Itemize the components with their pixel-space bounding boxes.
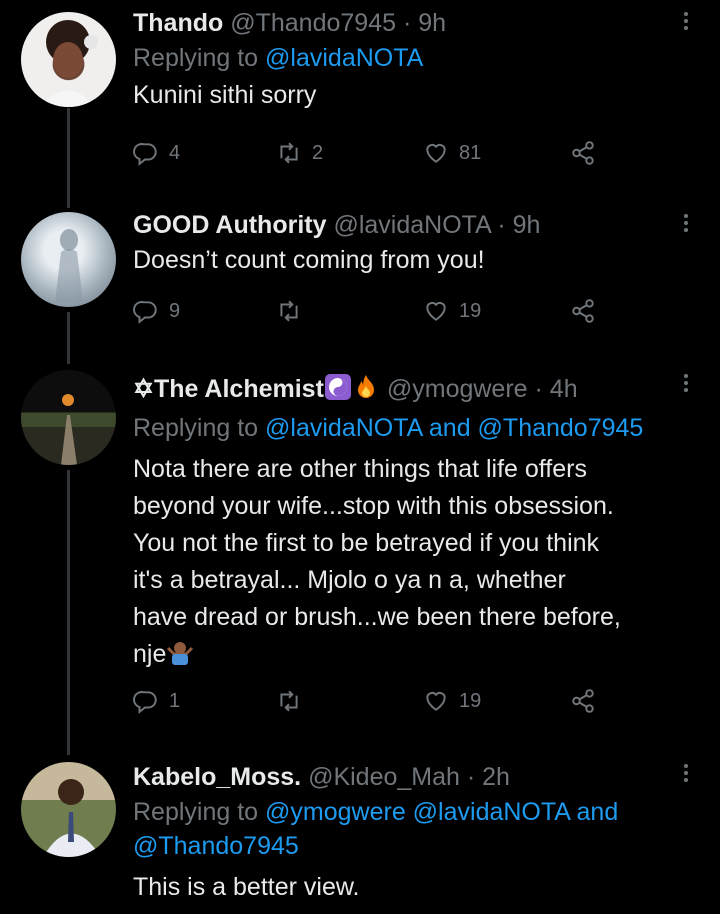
more-icon[interactable] bbox=[682, 12, 690, 30]
tweet-text-line: beyond your wife...stop with this obsess… bbox=[133, 492, 614, 520]
more-icon[interactable] bbox=[682, 764, 690, 782]
timestamp[interactable]: · 9h bbox=[497, 211, 540, 239]
avatar[interactable] bbox=[21, 762, 116, 857]
avatar[interactable] bbox=[21, 212, 116, 307]
retweet-count: 2 bbox=[312, 141, 324, 164]
reply-button[interactable]: 4 bbox=[133, 140, 180, 166]
retweet-icon bbox=[280, 300, 298, 322]
retweet-button[interactable] bbox=[276, 298, 302, 324]
tweet[interactable]: GOOD Authority @lavidaNOTA · 9h Doesn’t … bbox=[0, 200, 720, 360]
tweet-text: Nota there are other things that life of… bbox=[133, 451, 680, 677]
more-icon[interactable] bbox=[682, 214, 690, 232]
like-button[interactable]: 19 bbox=[423, 688, 481, 714]
like-count: 19 bbox=[459, 689, 482, 712]
tweet-text: Kunini sithi sorry bbox=[133, 81, 317, 109]
retweet-button[interactable]: 2 bbox=[276, 140, 323, 166]
mention-link[interactable]: @lavidaNOTA and @Thando7945 bbox=[265, 414, 643, 442]
timestamp[interactable]: · 4h bbox=[535, 375, 578, 403]
like-icon bbox=[426, 691, 446, 711]
retweet-icon bbox=[280, 142, 298, 164]
replying-to: Replying to @lavidaNOTA and @Thando7945 bbox=[133, 411, 680, 445]
retweet-icon bbox=[280, 690, 298, 712]
reply-count: 9 bbox=[169, 299, 181, 322]
avatar-image bbox=[55, 229, 83, 302]
tweet-text: Doesn’t count coming from you! bbox=[133, 246, 485, 274]
like-count: 81 bbox=[459, 141, 482, 164]
replying-to-prefix: Replying to bbox=[133, 414, 259, 442]
tweet-actions: 4 2 81 bbox=[133, 140, 613, 174]
like-icon bbox=[426, 301, 446, 321]
like-button[interactable]: 81 bbox=[423, 140, 481, 166]
display-name[interactable]: GOOD Authority bbox=[133, 211, 327, 239]
like-icon bbox=[426, 143, 446, 163]
replying-to-prefix: Replying to bbox=[133, 798, 259, 826]
reply-icon bbox=[133, 691, 157, 714]
mention-link[interactable]: @ymogwere @lavidaNOTA and bbox=[265, 798, 618, 826]
fire-icon bbox=[352, 373, 380, 408]
timestamp[interactable]: · 2h bbox=[467, 763, 510, 791]
replying-to: Replying to @lavidaNOTA bbox=[133, 41, 680, 75]
user-handle[interactable]: @lavidaNOTA bbox=[333, 211, 490, 239]
tweet-text-line-last: nje bbox=[133, 636, 680, 677]
share-button[interactable] bbox=[570, 688, 596, 714]
retweet-button[interactable] bbox=[276, 688, 302, 714]
tweet-actions: 1 19 bbox=[133, 688, 613, 722]
share-button[interactable] bbox=[570, 298, 596, 324]
replying-to-prefix: Replying to bbox=[133, 44, 259, 72]
avatar[interactable] bbox=[21, 12, 116, 107]
tweet-header: Thando @Thando7945 · 9h bbox=[133, 8, 680, 38]
share-icon bbox=[572, 299, 594, 323]
reply-count: 1 bbox=[169, 689, 181, 712]
replying-to: Replying to @ymogwere @lavidaNOTA and bbox=[133, 795, 680, 829]
share-button[interactable] bbox=[570, 140, 596, 166]
tweet-text-line: nje bbox=[133, 640, 167, 668]
tweet[interactable]: Thando @Thando7945 · 9h Replying to @lav… bbox=[0, 0, 720, 200]
tweet-header: Kabelo_Moss. @Kideo_Mah · 2h bbox=[133, 762, 680, 792]
user-handle[interactable]: @ymogwere bbox=[387, 375, 528, 403]
user-handle[interactable]: @Kideo_Mah bbox=[308, 763, 460, 791]
tweet-text: This is a better view. bbox=[133, 873, 360, 901]
share-icon bbox=[572, 689, 594, 713]
tweet-text-line: You not the first to be betrayed if you … bbox=[133, 529, 600, 557]
tweet-text-line: Nota there are other things that life of… bbox=[133, 455, 587, 483]
avatar[interactable] bbox=[21, 370, 116, 465]
avatar-image bbox=[41, 20, 98, 107]
tweet-header: GOOD Authority @lavidaNOTA · 9h bbox=[133, 210, 680, 240]
tweet-actions: 9 19 bbox=[133, 298, 613, 332]
reply-icon bbox=[133, 301, 157, 324]
mention-link[interactable]: @Thando7945 bbox=[133, 832, 299, 860]
display-name[interactable]: Thando bbox=[133, 9, 223, 37]
tweet[interactable]: Kabelo_Moss. @Kideo_Mah · 2h Replying to… bbox=[0, 750, 720, 914]
tweet-header: ✡The Alchemist @ymogwere · 4h bbox=[133, 373, 680, 408]
reply-button[interactable]: 1 bbox=[133, 688, 180, 714]
avatar-image bbox=[43, 779, 101, 857]
more-icon[interactable] bbox=[682, 374, 690, 392]
reply-icon bbox=[133, 143, 157, 166]
like-button[interactable]: 19 bbox=[423, 298, 481, 324]
tweet-text-line: have dread or brush...we been there befo… bbox=[133, 603, 621, 631]
like-count: 19 bbox=[459, 299, 482, 322]
reply-count: 4 bbox=[169, 141, 181, 164]
user-handle[interactable]: @Thando7945 bbox=[230, 9, 396, 37]
display-name[interactable]: Kabelo_Moss. bbox=[133, 763, 301, 791]
yin-yang-icon bbox=[324, 373, 352, 408]
display-name[interactable]: ✡The Alchemist bbox=[133, 375, 324, 403]
reply-button[interactable]: 9 bbox=[133, 298, 180, 324]
avatar-image bbox=[61, 394, 77, 465]
share-icon bbox=[572, 141, 594, 165]
mention-link[interactable]: @lavidaNOTA bbox=[265, 44, 423, 72]
shrug-emoji-icon bbox=[166, 640, 194, 677]
timestamp[interactable]: · 9h bbox=[403, 9, 446, 37]
replying-to-continued: @Thando7945 bbox=[133, 829, 680, 863]
tweet[interactable]: ✡The Alchemist @ymogwere · 4h Replying t… bbox=[0, 360, 720, 750]
tweet-text-line: it's a betrayal... Mjolo o ya n a, wheth… bbox=[133, 566, 566, 594]
